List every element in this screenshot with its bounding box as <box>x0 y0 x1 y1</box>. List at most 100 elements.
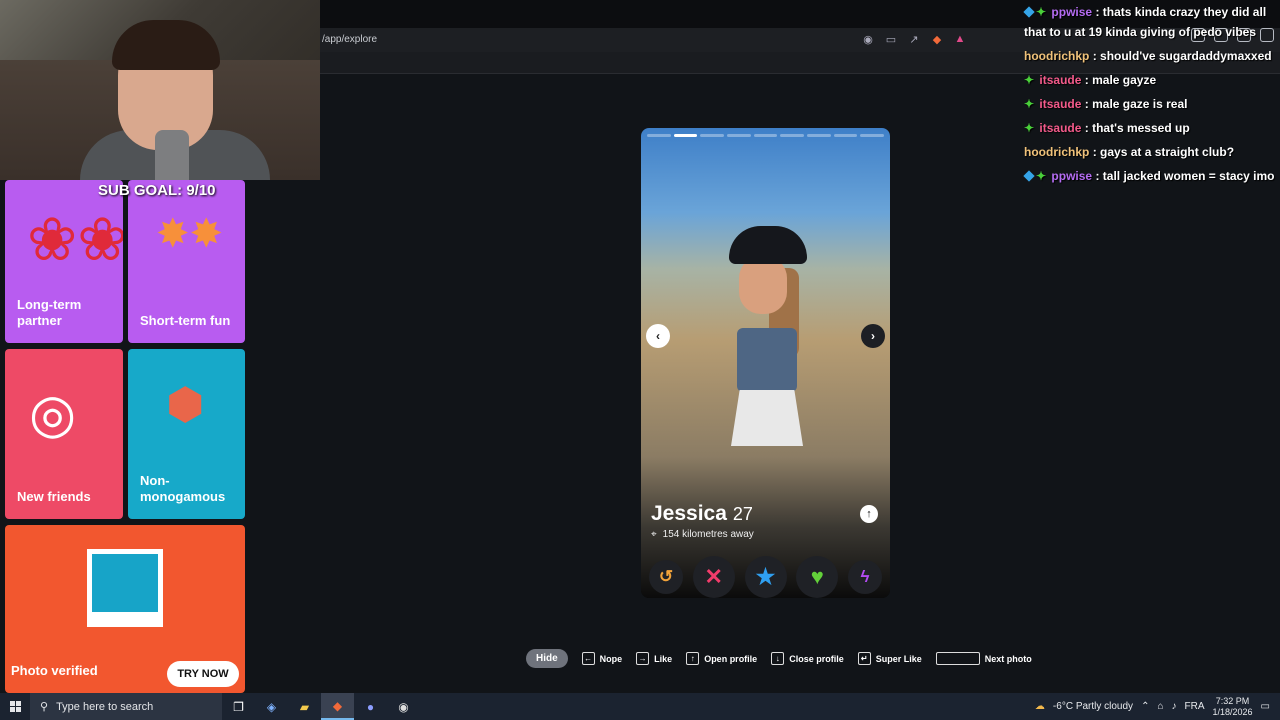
space-key-icon <box>935 652 980 665</box>
sparkle-badge-icon: ✦ <box>1024 97 1035 111</box>
tile-label: Short-term fun <box>140 313 231 328</box>
file-explorer-icon[interactable]: ▰ <box>288 693 321 720</box>
right-arrow-key-icon: → <box>636 652 650 665</box>
left-arrow-key-icon: ← <box>581 652 595 665</box>
task-view-icon[interactable]: ❐ <box>222 693 255 720</box>
try-now-button[interactable]: TRY NOW <box>167 661 239 687</box>
tile-short-term-fun[interactable]: ✸✸ Short-term fun <box>128 180 245 343</box>
photo-progress-segment <box>673 134 698 137</box>
chat-username[interactable]: ppwise <box>1051 5 1092 19</box>
tile-photo-verified[interactable]: Photo verified TRY NOW <box>5 525 245 693</box>
rewards-icon[interactable]: ▲ <box>952 31 968 47</box>
photo-progress-segment <box>727 134 751 137</box>
brave-browser-icon[interactable]: ◆ <box>321 693 354 720</box>
enter-key-icon: ↵ <box>857 652 871 665</box>
shortcut-close-profile: Close profile <box>789 653 844 664</box>
notifications-icon[interactable]: ▭ <box>1261 701 1270 712</box>
chat-username[interactable]: hoodrichkp <box>1024 49 1089 63</box>
shortcut-next-photo: Next photo <box>984 653 1032 664</box>
chat-text: : male gayze <box>1084 73 1157 87</box>
weather-icon: ☁ <box>1034 701 1045 712</box>
photo-skirt <box>731 390 803 446</box>
profile-name: Jessica <box>651 502 727 525</box>
chat-message: ✦ ppwise : tall jacked women = stacy imo <box>1020 166 1280 186</box>
sparkle-badge-icon: ✦ <box>1024 73 1035 87</box>
rewind-button[interactable]: ↺ <box>649 560 683 594</box>
tile-new-friends[interactable]: ◎ New friends <box>5 349 123 519</box>
taskbar-search[interactable]: ⚲ Type here to search <box>30 693 222 720</box>
language-indicator[interactable]: FRA <box>1185 701 1205 712</box>
tray-overflow-icon[interactable]: ⌃ <box>1141 701 1149 712</box>
photo-top <box>737 328 797 392</box>
url-text[interactable]: /app/explore <box>322 34 377 45</box>
profile-photo[interactable] <box>641 128 890 598</box>
hide-button[interactable]: Hide <box>526 649 568 668</box>
photo-progress-segment <box>753 134 778 137</box>
microphone <box>155 130 189 180</box>
tile-label: Non-monogamous <box>140 473 226 504</box>
search-icon: ⚲ <box>40 701 49 713</box>
chat-message: hoodrichkp : should've sugardaddymaxxed <box>1020 46 1280 66</box>
like-button[interactable]: ♥ <box>796 556 839 598</box>
chat-text: : male gaze is real <box>1084 97 1188 111</box>
down-arrow-key-icon: ↓ <box>771 652 785 665</box>
chat-username[interactable]: itsaude <box>1039 121 1081 135</box>
profile-age: 27 <box>732 504 753 524</box>
clock-time: 7:32 PM <box>1215 695 1250 706</box>
tile-label: Long-term partner <box>17 297 82 328</box>
subscriber-badge-icon <box>1023 6 1035 18</box>
system-tray: ☁ -6°C Partly cloudy ⌃ ⌂ ♪ FRA 7:32 PM 1… <box>1035 693 1280 720</box>
photo-progress-segment <box>647 134 671 137</box>
copilot-icon[interactable]: ◈ <box>255 693 288 720</box>
chat-message: ✦ itsaude : male gaze is real <box>1020 94 1280 114</box>
chat-username[interactable]: itsaude <box>1039 73 1081 87</box>
chat-username[interactable]: hoodrichkp <box>1024 145 1089 159</box>
share-icon[interactable]: ↗ <box>906 31 922 47</box>
volume-icon[interactable]: ♪ <box>1172 701 1177 712</box>
open-profile-arrow-icon[interactable]: ↑ <box>860 505 878 523</box>
nope-button[interactable]: ✕ <box>692 556 735 598</box>
search-placeholder: Type here to search <box>56 700 154 713</box>
chat-username[interactable]: itsaude <box>1039 97 1081 111</box>
tile-long-term-partner[interactable]: ❀❀ Long-term partner <box>5 180 123 343</box>
verified-photo-icon <box>87 549 163 627</box>
chat-message: ✦ itsaude : that's messed up <box>1020 118 1280 138</box>
tile-non-monogamous[interactable]: ⬢ Non-monogamous <box>128 349 245 519</box>
chat-text: : tall jacked women = stacy imo <box>1095 169 1275 183</box>
clock-date: 1/18/2026 <box>1212 706 1253 717</box>
location-icon[interactable]: ◉ <box>860 31 876 47</box>
photo-progress-segment <box>780 134 805 137</box>
streamer-hair <box>112 20 220 70</box>
chat-username[interactable]: ppwise <box>1051 169 1092 183</box>
shortcut-super-like: Super Like <box>875 653 922 664</box>
keyboard-shortcuts-bar: Hide ← Nope → Like ↑ Open profile ↓ Close pr… <box>526 649 1032 668</box>
obs-icon[interactable]: ◉ <box>387 693 420 720</box>
location-pin-icon: ⌖ <box>651 529 657 540</box>
subscriber-badge-icon <box>1023 170 1035 182</box>
boost-button[interactable]: ϟ <box>848 560 882 594</box>
previous-photo-button[interactable]: ‹ <box>646 324 670 348</box>
profile-card[interactable]: ‹ › Jessica 27 ⌖ 154 kilometres away ↑ ↺… <box>641 128 890 598</box>
chat-message: hoodrichkp : gays at a straight club? <box>1020 142 1280 162</box>
next-photo-button[interactable]: › <box>861 324 885 348</box>
cast-icon[interactable]: ▭ <box>883 31 899 47</box>
photo-progress-segment <box>833 134 858 137</box>
tile-label: New friends <box>17 489 91 504</box>
sparkle-badge-icon: ✦ <box>1036 169 1047 183</box>
sub-goal-overlay: SUB GOAL: 9/10 <box>98 182 216 199</box>
clock[interactable]: 7:32 PM 1/18/2026 <box>1213 696 1253 718</box>
roses-icon: ❀❀ <box>27 206 123 273</box>
weather-text[interactable]: -6°C Partly cloudy <box>1053 701 1133 712</box>
shortcut-nope: Nope <box>599 653 623 664</box>
photo-face <box>739 256 787 314</box>
action-buttons: ↺ ✕ ★ ♥ ϟ <box>649 556 882 598</box>
photo-progress-segment <box>700 134 725 137</box>
network-icon[interactable]: ⌂ <box>1157 701 1163 712</box>
sparkle-badge-icon: ✦ <box>1036 5 1047 19</box>
photo-progress-segment <box>860 134 885 137</box>
discord-icon[interactable]: ● <box>354 693 387 720</box>
brave-shield-icon[interactable]: ◆ <box>929 31 945 47</box>
start-button[interactable] <box>0 693 30 720</box>
up-arrow-key-icon: ↑ <box>686 652 700 665</box>
super-like-button[interactable]: ★ <box>744 556 787 598</box>
